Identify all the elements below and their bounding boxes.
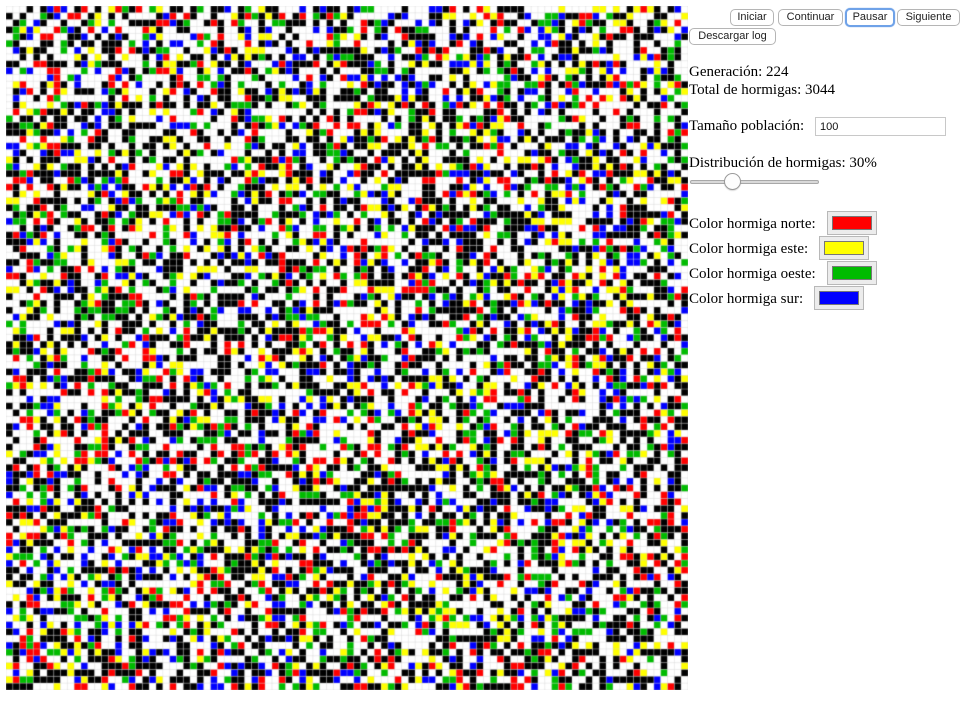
simulation-grid[interactable]	[6, 6, 688, 690]
west-ant-color-swatch	[832, 266, 872, 280]
west-ant-color-label: Color hormiga oeste:	[689, 266, 816, 282]
population-input[interactable]	[815, 117, 946, 136]
north-ant-color-label: Color hormiga norte:	[689, 216, 816, 232]
generation-counter: Generación: 224	[689, 64, 789, 80]
distribution-slider-thumb[interactable]	[723, 173, 741, 190]
total-ants-counter: Total de hormigas: 3044	[689, 82, 836, 98]
south-ant-color-label: Color hormiga sur:	[689, 291, 804, 307]
west-ant-color-picker[interactable]	[827, 261, 877, 285]
south-ant-color-swatch	[819, 291, 859, 305]
next-button[interactable]: Siguiente	[897, 9, 960, 26]
north-ant-color-picker[interactable]	[827, 211, 877, 235]
distribution-slider[interactable]	[690, 180, 819, 184]
control-panel: Iniciar Continuar Pausar Siguiente Desca…	[689, 0, 972, 707]
download-log-button[interactable]: Descargar log	[689, 28, 776, 45]
south-ant-color-picker[interactable]	[814, 286, 864, 310]
pause-button[interactable]: Pausar	[845, 8, 895, 27]
east-ant-color-picker[interactable]	[819, 236, 869, 260]
start-button[interactable]: Iniciar	[730, 9, 774, 26]
population-label: Tamaño población:	[689, 118, 805, 134]
continue-button[interactable]: Continuar	[778, 9, 843, 26]
east-ant-color-label: Color hormiga este:	[689, 241, 809, 257]
north-ant-color-swatch	[832, 216, 872, 230]
distribution-label: Distribución de hormigas: 30%	[689, 155, 877, 171]
east-ant-color-swatch	[824, 241, 864, 255]
